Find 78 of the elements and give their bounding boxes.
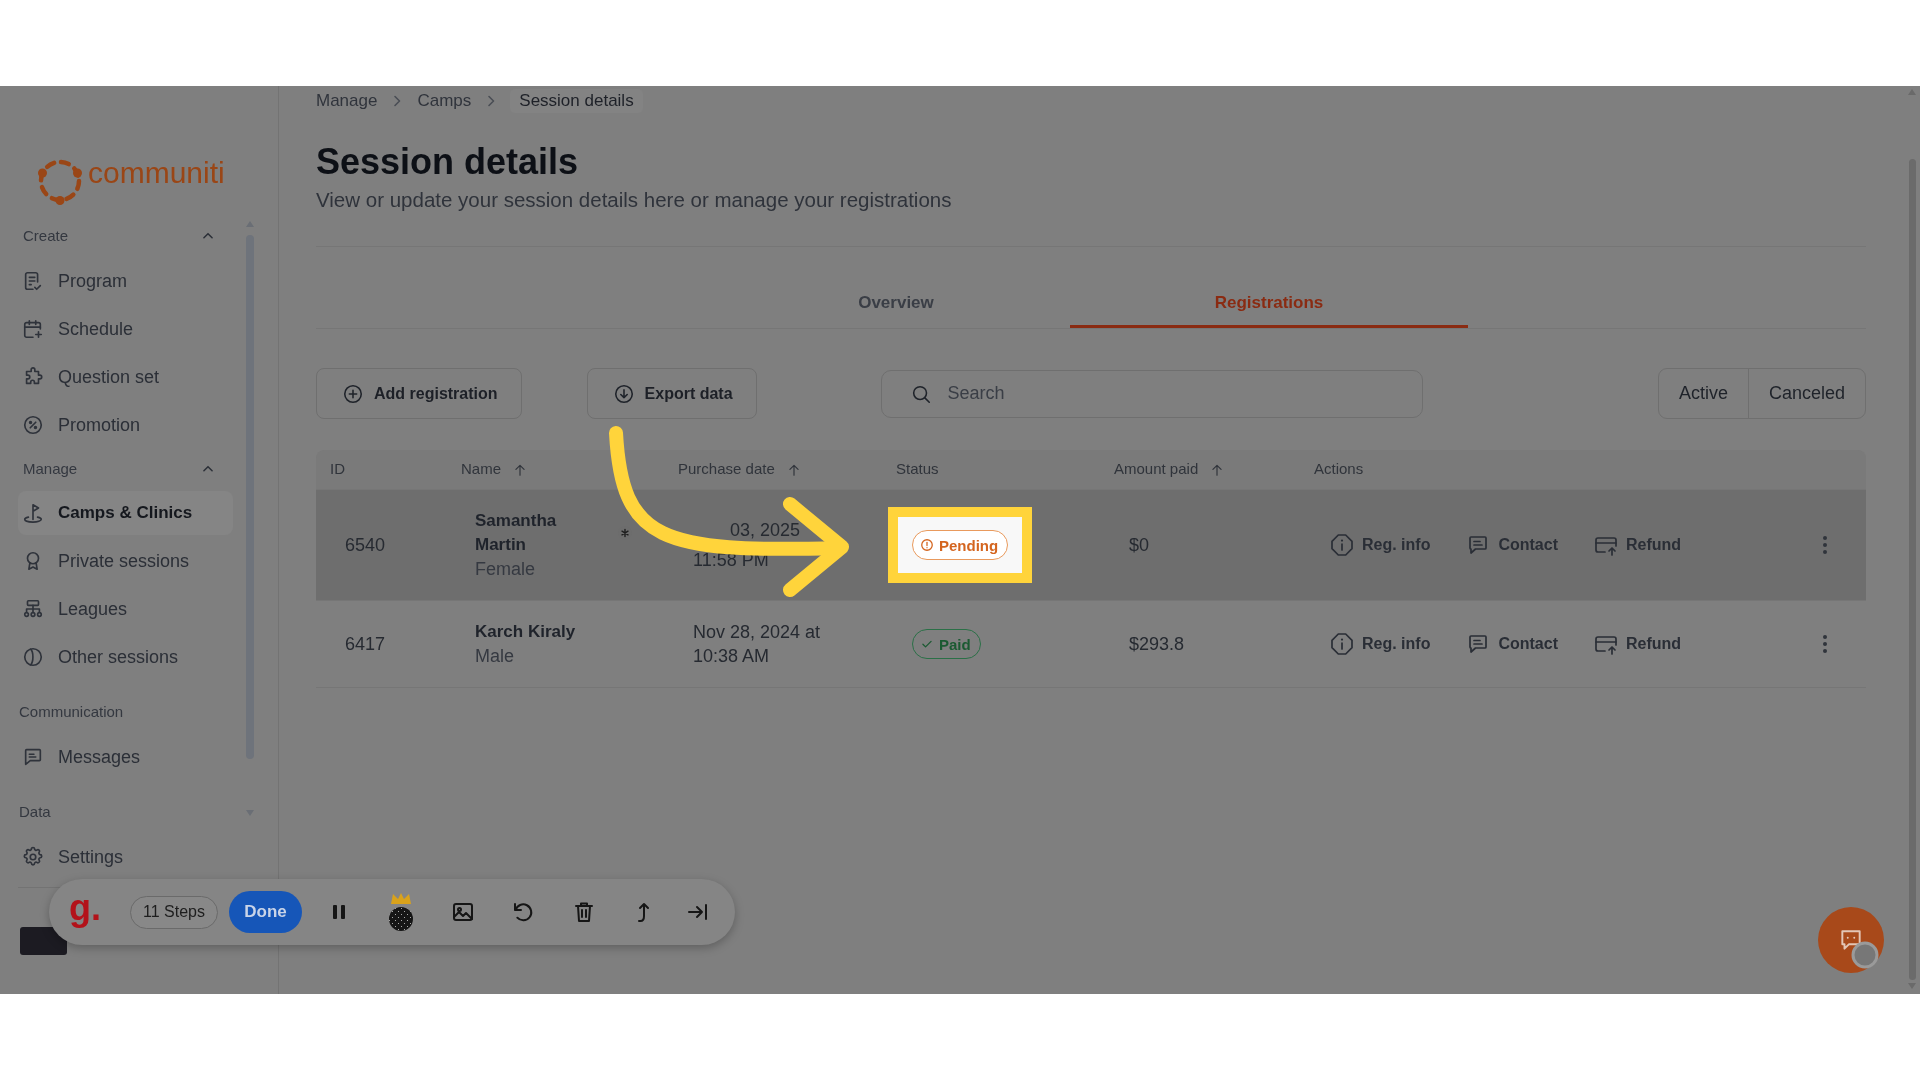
person-gender: Male: [475, 645, 514, 668]
sidebar-item[interactable]: Camps & Clinics: [18, 491, 233, 535]
page-title: Session details: [316, 140, 580, 184]
contact-button[interactable]: Contact: [1466, 632, 1558, 656]
person-gender: Female: [475, 558, 536, 581]
column-header[interactable]: Purchase date: [678, 458, 775, 481]
chevron-right-icon: [393, 95, 402, 107]
kebab-menu-icon[interactable]: [1822, 634, 1828, 654]
breadcrumb-link[interactable]: Manage: [316, 89, 378, 113]
sidebar-item[interactable]: Private sessions: [18, 538, 233, 584]
circle-icon: [1851, 941, 1879, 969]
kebab-menu-icon[interactable]: [1822, 535, 1828, 555]
reg-info-button[interactable]: Reg. info: [1330, 533, 1431, 557]
sidebar-item[interactable]: Question set: [18, 354, 233, 400]
section-heading: Data: [19, 801, 51, 822]
sidebar-item[interactable]: Leagues: [18, 586, 233, 632]
message-icon: [22, 746, 44, 768]
document-icon: [22, 270, 44, 292]
steps-button[interactable]: 11 Steps: [130, 895, 218, 929]
purchase-date: Nov 28, 2024 at 10:38 AM: [693, 621, 821, 668]
amount-text: $293.8: [1129, 633, 1185, 656]
info-octagon-icon: [1330, 533, 1354, 557]
section-heading: Create: [23, 225, 69, 246]
chat-icon: [1838, 927, 1864, 953]
tab[interactable]: Overview: [722, 278, 1070, 328]
plus-circle-icon: [342, 382, 364, 405]
sort-arrow-icon[interactable]: [1210, 462, 1225, 477]
sidebar-item[interactable]: Promotion: [18, 402, 233, 448]
filter-button[interactable]: Canceled: [1747, 369, 1865, 418]
sidebar-item[interactable]: Schedule: [18, 306, 233, 352]
recorder-logo: g.: [69, 890, 101, 926]
sidebar-item[interactable]: Settings: [18, 834, 233, 880]
page-subtitle: View or update your session details here or manage your registrations: [316, 188, 953, 212]
breadcrumb-link[interactable]: Camps: [417, 89, 472, 113]
column-header: Status: [896, 459, 939, 480]
sidebar-item[interactable]: Program: [18, 258, 233, 304]
person-name: Karch Kiraly: [475, 621, 576, 643]
avatar-image-placeholder[interactable]: [20, 927, 67, 955]
status-label: Paid: [939, 636, 971, 652]
contact-button[interactable]: Contact: [1466, 533, 1558, 557]
ball-icon: [22, 646, 44, 668]
refund-button[interactable]: Refund: [1594, 533, 1682, 557]
info-octagon-icon: [1330, 632, 1354, 656]
sidebar-item[interactable]: Messages: [18, 734, 233, 780]
add-registration-button[interactable]: Add registration: [316, 368, 522, 419]
column-header: ID: [330, 459, 345, 480]
sidebar-item[interactable]: Other sessions: [18, 634, 233, 680]
column-header[interactable]: Amount paid: [1114, 458, 1199, 481]
section-heading: Manage: [23, 458, 78, 479]
crown-checker-icon[interactable]: [387, 892, 414, 932]
amount-text: $0: [1129, 534, 1150, 557]
table-cell-text: 6540: [345, 534, 386, 557]
export-data-button[interactable]: Export data: [586, 368, 757, 419]
reg-info-button[interactable]: Reg. info: [1330, 632, 1431, 656]
section-heading: Communication: [19, 701, 124, 722]
sort-arrow-icon[interactable]: [786, 462, 801, 477]
status-label: Pending: [939, 537, 999, 553]
breadcrumb-link[interactable]: Session details: [510, 89, 643, 113]
percent-icon: [22, 414, 44, 436]
flag-icon: [22, 502, 44, 524]
search-field[interactable]: Search: [880, 369, 1423, 418]
calendar-plus-icon: [22, 318, 44, 340]
settings-icon: [22, 846, 44, 868]
chevron-right-icon: [487, 95, 496, 107]
refund-button[interactable]: Refund: [1594, 632, 1682, 656]
column-header[interactable]: Name: [461, 458, 501, 481]
filter-button[interactable]: Active: [1658, 369, 1748, 418]
download-circle-icon: [612, 382, 635, 405]
logo-text: communiti: [88, 158, 225, 188]
tab[interactable]: Registrations: [1070, 278, 1468, 328]
image-icon[interactable]: [450, 900, 475, 924]
column-header: Actions: [1314, 459, 1364, 480]
table-cell-text: 6417: [345, 633, 386, 656]
sort-arrow-icon[interactable]: [513, 462, 527, 477]
hierarchy-icon: [22, 598, 44, 620]
alert-circle-icon: [920, 538, 934, 552]
person-name: Samantha Martin: [475, 510, 558, 556]
done-button[interactable]: Done: [228, 891, 302, 933]
